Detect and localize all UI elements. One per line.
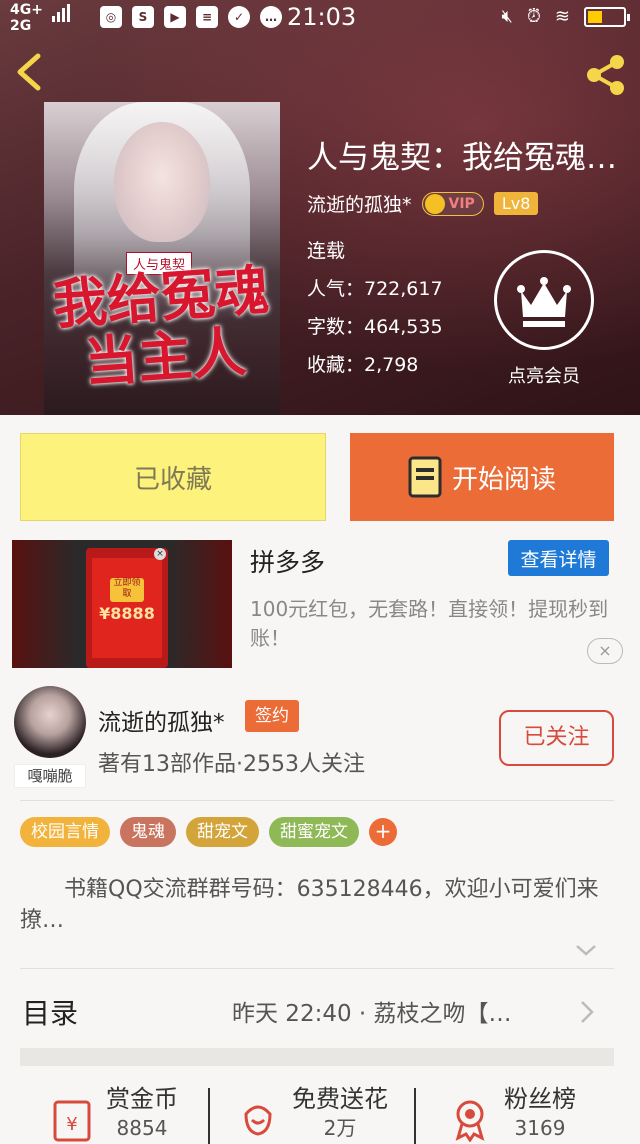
tag-item[interactable]: 甜蜜宠文	[269, 817, 359, 847]
favorites-count: 收藏：2,798	[307, 354, 419, 376]
cover-art-face	[114, 122, 210, 242]
book-title: 人与鬼契：我给冤魂…	[307, 140, 617, 176]
author-row: 流逝的孤独* VIP Lv8	[307, 190, 539, 217]
signed-badge: 签约	[245, 700, 299, 732]
crown-icon	[517, 277, 571, 327]
catalog-latest-chapter[interactable]: 昨天 22:40 · 荔枝之吻【…	[232, 994, 562, 1028]
add-tag-button[interactable]: +	[369, 818, 397, 846]
book-intro: 书籍QQ交流群群号码：635128446，欢迎小可爱们来撩…	[20, 877, 599, 933]
author-name-large[interactable]: 流逝的孤独*	[98, 703, 225, 737]
serial-status: 连载	[307, 240, 346, 262]
send-flower-button[interactable]: 免费送花 2万	[238, 1084, 388, 1144]
crown-icon	[424, 193, 445, 214]
member-button[interactable]: 点亮会员	[494, 250, 594, 388]
red-envelope-icon: ¥	[53, 1100, 91, 1142]
ad-image[interactable]: 立即领取 ¥8888 ×	[12, 540, 232, 668]
battery-icon	[584, 6, 630, 27]
wifi-icon: ≋	[554, 6, 570, 27]
send-flower-value: 2万	[323, 1116, 357, 1140]
tag-list: 校园言情 鬼魂 甜宠文 甜蜜宠文 +	[20, 817, 397, 847]
expand-intro-button[interactable]	[574, 940, 598, 960]
bottom-action-bar: ¥ 赏金币 8854 免费送花 2万 粉丝榜 3169	[0, 1084, 640, 1144]
book-header: 4G+ 2G ◎ S ▶ ≡ ✓ … 21:03 🔇︎ ⏰︎ ≋ 人与鬼契 我给…	[0, 0, 640, 415]
reward-coins-button[interactable]: ¥ 赏金币 8854	[52, 1084, 178, 1144]
share-icon	[587, 55, 624, 95]
medal-icon	[455, 1100, 485, 1142]
ad-title: 拼多多	[250, 548, 326, 577]
fan-ranking-label: 粉丝榜	[504, 1085, 576, 1113]
level-badge: Lv8	[493, 192, 539, 215]
ad-stamp: 立即领取	[110, 578, 144, 602]
start-reading-button[interactable]: 开始阅读	[350, 433, 614, 521]
fan-ranking-value: 3169	[514, 1116, 566, 1140]
vip-badge: VIP	[421, 191, 484, 216]
follow-button[interactable]: 已关注	[499, 710, 614, 766]
author-avatar[interactable]	[14, 686, 86, 758]
separator	[208, 1088, 210, 1144]
reward-coins-value: 8854	[116, 1116, 168, 1140]
book-cover[interactable]: 人与鬼契 我给冤魂当主人	[44, 102, 280, 415]
share-button[interactable]	[582, 52, 628, 98]
section-separator	[20, 1048, 614, 1066]
book-icon	[408, 456, 442, 498]
ad-image-close-icon: ×	[154, 548, 166, 560]
send-flower-label: 免费送花	[292, 1085, 388, 1113]
clock: 21:03	[287, 3, 357, 31]
back-button[interactable]	[12, 52, 48, 92]
network-label: 4G+ 2G	[10, 2, 43, 34]
flower-icon	[244, 1105, 272, 1136]
popularity: 人气：722,617	[307, 278, 443, 300]
video-icon: ▶	[164, 6, 186, 28]
chat-icon: …	[260, 6, 282, 28]
start-reading-label: 开始阅读	[451, 464, 556, 495]
ad-close-button[interactable]: ×	[587, 638, 623, 664]
ad-amount: ¥8888	[99, 604, 155, 623]
tag-item[interactable]: 鬼魂	[120, 817, 176, 847]
compass-icon: ◎	[100, 6, 122, 28]
tag-item[interactable]: 校园言情	[20, 817, 110, 847]
divider	[20, 800, 614, 801]
separator	[414, 1088, 416, 1144]
check-icon: ✓	[228, 6, 250, 28]
word-count: 字数：464,535	[307, 316, 443, 338]
s-icon: S	[132, 6, 154, 28]
avatar-tag: 嘎嘣脆	[14, 764, 86, 788]
catalog-arrow[interactable]	[578, 998, 596, 1026]
notification-icons: ◎ S ▶ ≡ ✓ …	[100, 6, 282, 28]
favorited-button[interactable]: 已收藏	[20, 433, 326, 521]
status-right: 🔇︎ ⏰︎ ≋	[501, 6, 630, 27]
back-arrow-icon	[17, 53, 41, 91]
status-bar: 4G+ 2G ◎ S ▶ ≡ ✓ … 21:03 🔇︎ ⏰︎ ≋	[0, 0, 640, 36]
svg-text:¥: ¥	[66, 1114, 77, 1135]
fan-ranking-button[interactable]: 粉丝榜 3169	[450, 1084, 576, 1144]
cover-title-text: 我给冤魂当主人	[50, 257, 271, 395]
divider	[20, 968, 614, 969]
author-name[interactable]: 流逝的孤独*	[307, 190, 412, 217]
ad-detail-button[interactable]: 查看详情	[508, 540, 609, 576]
signal-icon	[52, 4, 70, 22]
database-icon: ≡	[196, 6, 218, 28]
ad-description: 100元红包，无套路！直接领！提现秒到账！	[250, 597, 609, 650]
reward-coins-label: 赏金币	[106, 1085, 178, 1113]
chevron-down-icon	[576, 945, 596, 956]
author-info: 著有13部作品·2553人关注	[98, 752, 365, 777]
member-label: 点亮会员	[508, 366, 580, 387]
book-stats: 连载 人气：722,617 字数：464,535 收藏：2,798	[307, 237, 443, 389]
mute-icon: 🔇︎	[501, 6, 513, 27]
vip-label: VIP	[448, 195, 475, 212]
tag-item[interactable]: 甜宠文	[186, 817, 259, 847]
alarm-icon: ⏰︎	[526, 6, 541, 27]
chevron-right-icon	[581, 1001, 594, 1023]
crown-ring	[494, 250, 594, 350]
catalog-label[interactable]: 目录	[22, 992, 78, 1032]
